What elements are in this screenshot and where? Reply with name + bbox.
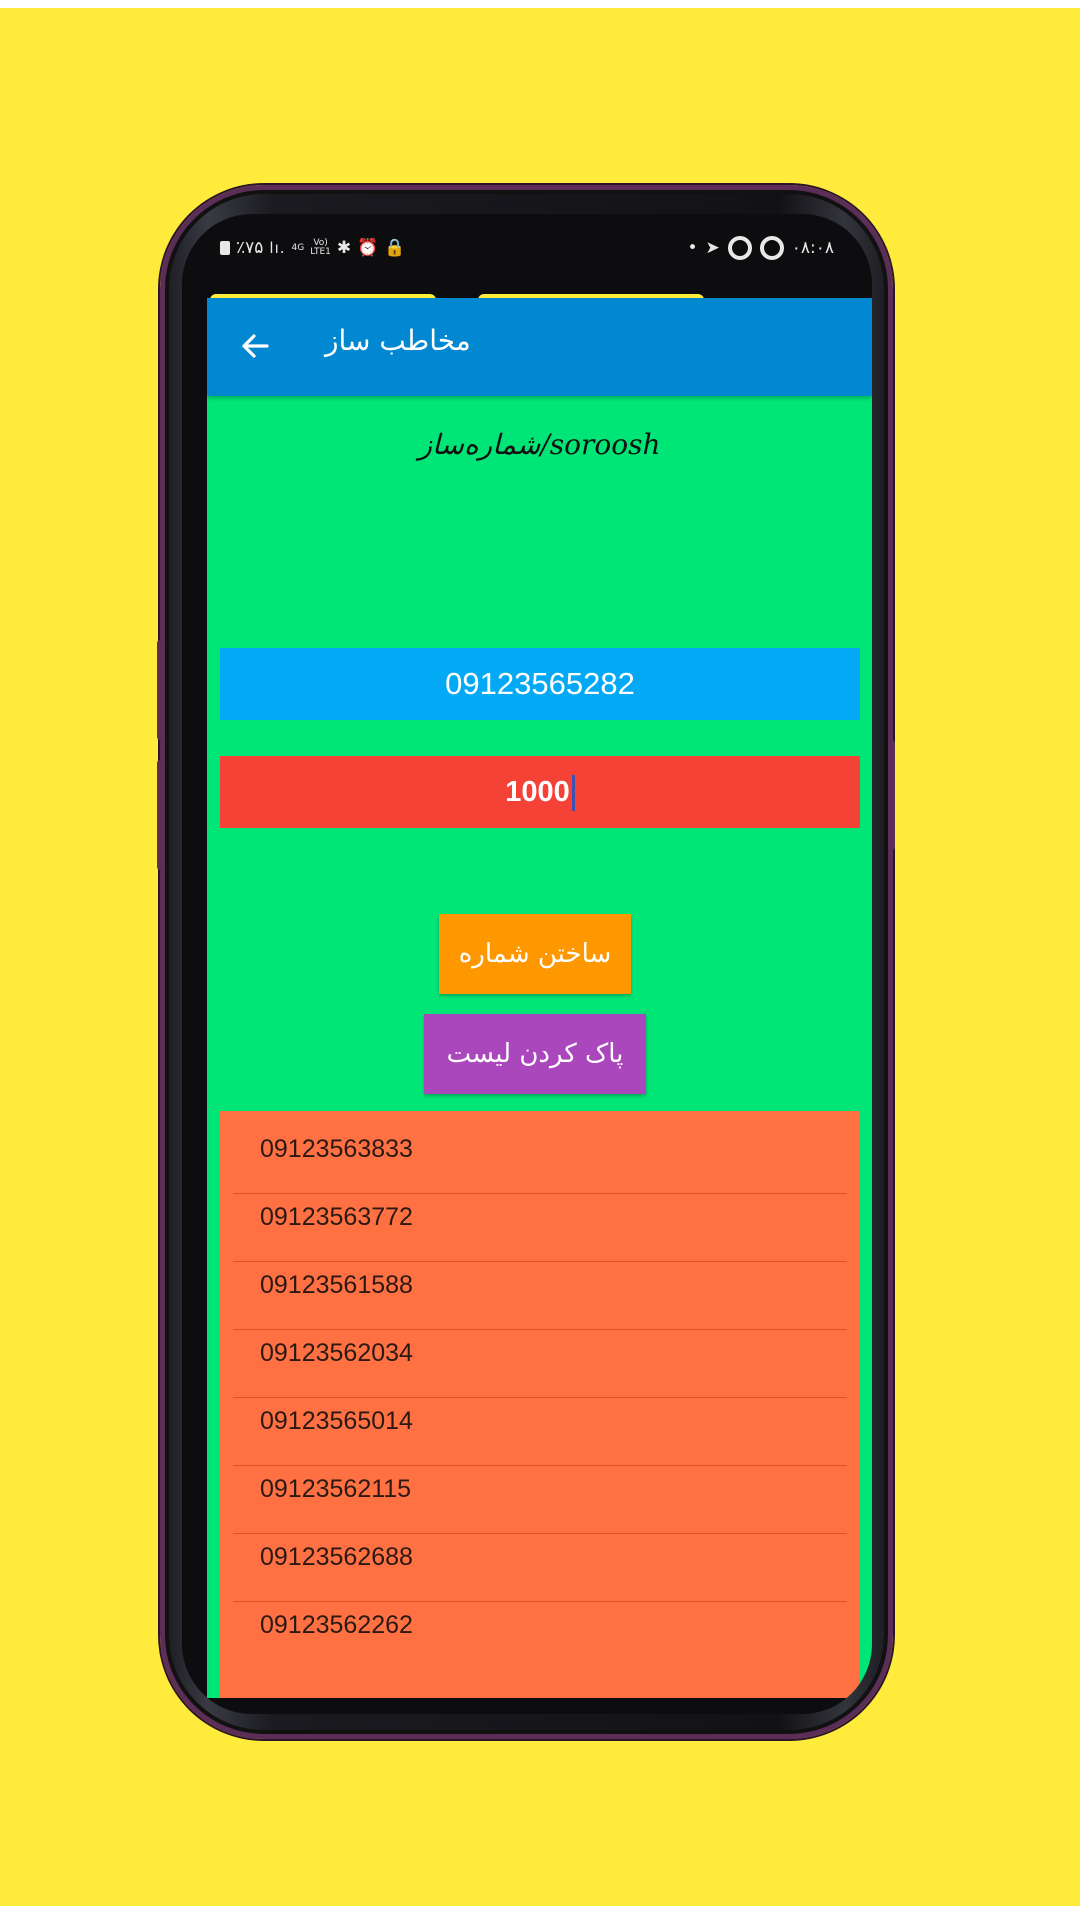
arrow-back-icon[interactable] [235, 326, 275, 366]
phone-screen: ٪۷۵ lı. 4G Vo) LTE1 ✱ ⏰ 🔒 • ➤ ۰۸:۰۸ مخاطب… [182, 214, 872, 1714]
list-item-number: 09123562034 [260, 1339, 413, 1367]
battery-percent: ٪۷۵ [236, 238, 264, 258]
battery-icon [220, 241, 230, 255]
numbers-list[interactable]: 09123563833 09123563772 09123561588 0912… [220, 1111, 860, 1698]
phone-number-input-value: 09123565282 [445, 666, 635, 701]
screen-bottom-bezel [182, 1698, 872, 1714]
network-volte: Vo) LTE1 [310, 239, 331, 257]
list-item-number: 09123565014 [260, 1407, 413, 1435]
status-bar: ٪۷۵ lı. 4G Vo) LTE1 ✱ ⏰ 🔒 • ➤ ۰۸:۰۸ [182, 214, 872, 284]
count-input-value: 1000 [505, 776, 570, 808]
clock-time: ۰۸:۰۸ [791, 238, 834, 258]
clear-list-button[interactable]: پاک کردن لیست [424, 1014, 646, 1094]
status-left: ٪۷۵ lı. 4G Vo) LTE1 ✱ ⏰ 🔒 [220, 238, 406, 258]
generate-numbers-button[interactable]: ساختن شماره [439, 914, 631, 994]
app-bar: مخاطب ساز [207, 298, 872, 396]
list-item-number: 09123563833 [260, 1135, 413, 1163]
app-notification-icon [727, 236, 752, 260]
telegram-icon: ➤ [705, 238, 720, 258]
bluetooth-icon: ✱ [336, 238, 352, 258]
list-item-number: 09123561588 [260, 1271, 413, 1299]
power-button [889, 740, 895, 850]
app-bar-title: مخاطب ساز [325, 324, 471, 357]
alarm-icon: ⏰ [357, 238, 379, 258]
list-item-number: 09123563772 [260, 1203, 413, 1231]
network-volte-bottom: LTE1 [310, 247, 331, 257]
top-strip [0, 0, 1080, 8]
status-right: • ➤ ۰۸:۰۸ [687, 236, 834, 260]
lock-icon: 🔒 [384, 238, 406, 258]
volume-down-button [157, 760, 163, 870]
signal-icon: lı. [269, 239, 286, 257]
notification-dot: • [687, 238, 698, 258]
list-item-number: 09123562115 [260, 1475, 412, 1503]
text-caret [571, 775, 575, 812]
app-notification-icon-2 [759, 236, 784, 260]
volume-up-button [157, 640, 163, 740]
page-subtitle: شماره‌ساز/soroosh [418, 428, 661, 461]
list-item-number: 09123562688 [260, 1543, 413, 1571]
network-4g: 4G [291, 242, 305, 253]
phone-number-input[interactable]: 09123565282 [220, 648, 860, 720]
list-item[interactable]: 09123562262 [233, 1587, 847, 1670]
bottom-strip [0, 1906, 1080, 1920]
list-item-number: 09123562262 [260, 1611, 413, 1639]
app-content: مخاطب ساز شماره‌ساز/soroosh 09123565282 … [207, 298, 872, 1698]
count-input[interactable]: 1000 [220, 756, 860, 828]
